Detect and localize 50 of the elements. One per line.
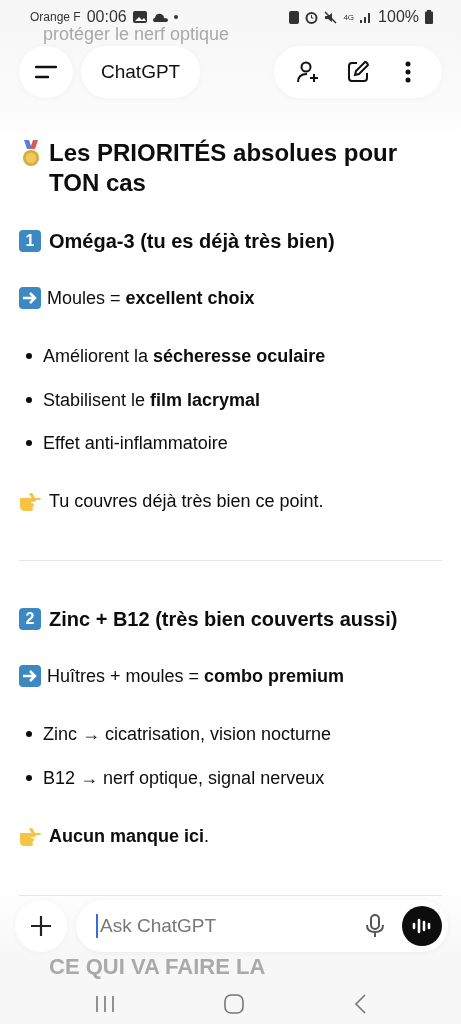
pointing-hand-icon bbox=[19, 491, 43, 511]
message-input[interactable]: Ask ChatGPT bbox=[98, 914, 356, 938]
bullet-dot bbox=[26, 353, 32, 359]
add-person-icon bbox=[296, 60, 320, 84]
bullet-text: Zinc → cicatrisation, vision nocturne bbox=[43, 723, 332, 746]
signal-icon bbox=[360, 11, 373, 23]
number-badge: 1 bbox=[19, 230, 41, 252]
faded-heading: CE QUI VA FAIRE LA bbox=[48, 953, 267, 980]
bullet-text: B12 → nerf optique, signal nerveux bbox=[43, 766, 325, 790]
alarm-icon bbox=[305, 10, 319, 24]
arrow-right-icon bbox=[19, 665, 41, 687]
message-field[interactable]: Ask ChatGPT bbox=[76, 900, 448, 952]
home-icon[interactable] bbox=[224, 994, 245, 1014]
bullet-dot bbox=[26, 396, 32, 403]
edit-icon bbox=[346, 60, 370, 84]
pointing-hand-icon bbox=[19, 825, 43, 846]
battery-icon bbox=[425, 10, 433, 24]
microphone-icon bbox=[366, 914, 384, 938]
clock-text: 00:06 bbox=[86, 8, 127, 26]
subheading: Oméga-3 (tu es déjà très bien) bbox=[49, 229, 335, 253]
network-text: 4G bbox=[343, 12, 355, 22]
bullet-dot bbox=[26, 440, 32, 446]
bullet-text: Stabilisent le film lacrymal bbox=[43, 388, 261, 412]
section-heading: Les PRIORITÉS absolues pour TON cas bbox=[49, 138, 399, 198]
subheading: Zinc + B12 (très bien couverts aussi) bbox=[49, 607, 398, 631]
battery-text: 100% bbox=[378, 8, 419, 26]
back-icon[interactable] bbox=[354, 994, 367, 1014]
carrier-text: Orange F bbox=[30, 10, 81, 24]
menu-icon bbox=[35, 65, 57, 79]
faded-text: protéger le nerf optique bbox=[42, 24, 231, 46]
note-text: Aucun manque ici. bbox=[49, 824, 210, 848]
more-icon bbox=[405, 61, 411, 83]
recent-apps-icon[interactable] bbox=[94, 995, 115, 1013]
bullet-text: Effet anti-inflammatoire bbox=[43, 432, 228, 455]
image-icon bbox=[132, 11, 147, 23]
arrow-right-icon bbox=[19, 287, 41, 309]
bullet-dot bbox=[26, 731, 32, 737]
bullet-dot bbox=[26, 774, 32, 781]
number-badge: 2 bbox=[19, 608, 41, 630]
notification-dot bbox=[173, 15, 178, 19]
waveform-icon bbox=[412, 918, 432, 934]
voice-mode-button[interactable] bbox=[402, 906, 442, 946]
lead-text: Huîtres + moules = combo premium bbox=[47, 665, 345, 688]
model-button[interactable]: ChatGPT bbox=[81, 46, 201, 98]
plus-icon bbox=[30, 915, 52, 937]
cloud-icon bbox=[152, 12, 168, 22]
mute-icon bbox=[324, 10, 338, 24]
lead-text: Moules = excellent choix bbox=[47, 287, 255, 310]
bullet-text: Améliorent la sécheresse oculaire bbox=[43, 345, 326, 368]
note-text: Tu couvres déjà très bien ce point. bbox=[49, 490, 324, 513]
